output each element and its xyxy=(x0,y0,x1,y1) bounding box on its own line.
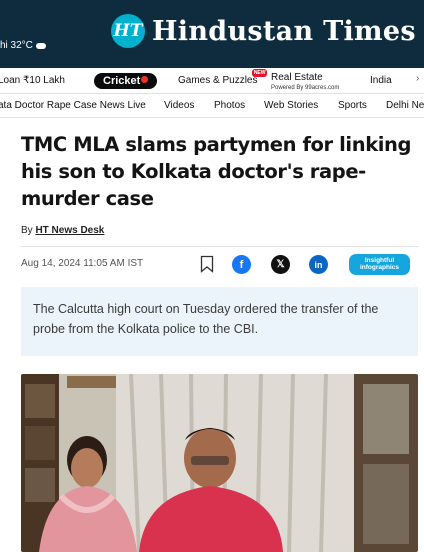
powered-by-label: Powered By 99acres.com xyxy=(271,85,340,91)
site-logo[interactable]: HT Hindustan Times xyxy=(111,14,416,48)
author-link[interactable]: HT News Desk xyxy=(35,225,104,236)
bookmark-icon[interactable] xyxy=(200,255,214,273)
nav-item-loan[interactable]: Loan ₹10 Lakh xyxy=(0,75,65,86)
article-lead-photo[interactable] xyxy=(21,374,418,552)
nav-item-cricket[interactable]: Cricket xyxy=(94,73,158,89)
weather-text: hi 32°C xyxy=(0,40,33,51)
site-header: hi 32°C HT Hindustan Times xyxy=(0,0,424,68)
article-headline: TMC MLA slams partymen for linking his s… xyxy=(21,133,412,210)
facebook-share-icon[interactable]: f xyxy=(232,255,251,274)
article-summary: The Calcutta high court on Tuesday order… xyxy=(21,287,418,356)
games-label: Games & Puzzles xyxy=(178,75,258,86)
byline: By HT News Desk xyxy=(21,225,104,236)
cloud-icon xyxy=(35,42,46,49)
nav2-item-delhi[interactable]: Delhi Ne xyxy=(386,100,424,111)
linkedin-share-icon[interactable]: in xyxy=(309,255,328,274)
publish-date: Aug 14, 2024 11:05 AM IST xyxy=(21,258,144,269)
ht-logo-mark: HT xyxy=(111,14,145,48)
insight-line2: infographics xyxy=(359,264,399,271)
insight-line1: Insightful xyxy=(364,257,395,264)
byline-prefix: By xyxy=(21,225,36,236)
nav-item-games[interactable]: Games & Puzzles NEW xyxy=(178,69,268,86)
insightful-infographics-button[interactable]: Insightful infographics xyxy=(349,254,410,275)
nav2-item-sports[interactable]: Sports xyxy=(338,100,367,111)
nav-item-real-estate[interactable]: Real Estate Powered By 99acres.com xyxy=(271,73,339,93)
nav2-item-web-stories[interactable]: Web Stories xyxy=(264,100,318,111)
divider xyxy=(21,246,418,247)
new-badge: NEW xyxy=(251,69,268,77)
secondary-nav: ata Doctor Rape Case News Live Videos Ph… xyxy=(0,94,424,118)
real-estate-label: Real Estate xyxy=(271,72,323,83)
nav-more-icon[interactable]: › xyxy=(416,73,419,84)
cricket-ball-icon xyxy=(141,76,149,83)
brand-name: Hindustan Times xyxy=(152,15,416,47)
nav-item-india[interactable]: India xyxy=(370,75,392,86)
nav2-item-videos[interactable]: Videos xyxy=(164,100,194,111)
weather-widget[interactable]: hi 32°C xyxy=(0,40,46,51)
primary-nav: Loan ₹10 Lakh Cricket Games & Puzzles NEW… xyxy=(0,68,424,94)
nav2-item-live[interactable]: ata Doctor Rape Case News Live xyxy=(0,100,146,111)
cricket-label: Cricket xyxy=(103,75,141,87)
x-share-icon[interactable]: 𝕏 xyxy=(271,255,290,274)
nav2-item-photos[interactable]: Photos xyxy=(214,100,245,111)
